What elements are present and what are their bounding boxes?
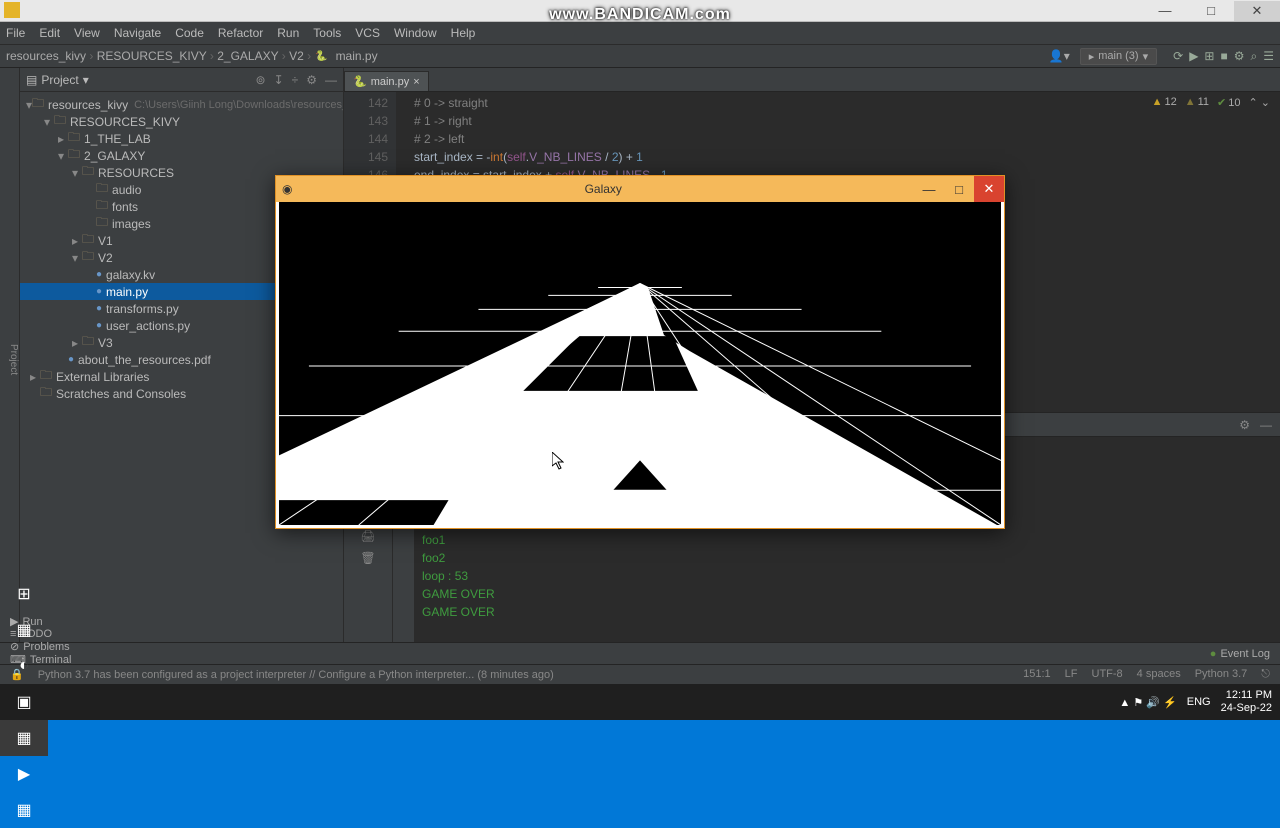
menu-vcs[interactable]: VCS [355, 26, 380, 40]
run-gutter-button[interactable]: 🗑 [359, 551, 377, 569]
status-message[interactable]: Python 3.7 has been configured as a proj… [38, 669, 554, 681]
inspections-widget[interactable]: 12 11 10 ⌃ ⌄ [1152, 96, 1270, 109]
taskbar-app-0[interactable]: ⊞ [0, 576, 48, 612]
galaxy-canvas[interactable] [279, 202, 1001, 525]
tree-node[interactable]: ▾🗀2_GALAXY [20, 147, 343, 164]
status-item[interactable]: 4 spaces [1137, 668, 1181, 681]
taskbar-app-5[interactable]: ▶ [0, 756, 48, 792]
editor-tab-main[interactable]: 🐍 main.py × [344, 71, 429, 91]
menu-navigate[interactable]: Navigate [114, 26, 161, 40]
galaxy-titlebar[interactable]: ◉ Galaxy — □ ✕ [276, 176, 1004, 202]
close-icon[interactable]: × [413, 76, 419, 88]
left-tool-strip: Project Structure [0, 68, 20, 642]
menu-help[interactable]: Help [451, 26, 476, 40]
toolbar-icon-0[interactable]: ⟳ [1173, 49, 1183, 63]
toolbar-icon-1[interactable]: ▶ [1189, 49, 1198, 63]
status-item[interactable]: 151:1 [1023, 668, 1051, 681]
windows-taskbar: ⊞▦◐▣▦▶▦ ▲ ⚑ 🔊 ⚡ ENG 12:11 PM 24-Sep-22 [0, 684, 1280, 720]
system-tray[interactable]: ▲ ⚑ 🔊 ⚡ ENG 12:11 PM 24-Sep-22 [1119, 689, 1280, 715]
python-icon: 🐍 [315, 51, 327, 62]
app-icon [4, 2, 20, 18]
project-panel-title: ▤ Project ▾ [26, 73, 89, 87]
os-titlebar: — □ ✕ [0, 0, 1280, 22]
toolbar-icon-4[interactable]: ⚙ [1234, 49, 1245, 63]
console-line: GAME OVER [422, 585, 1272, 603]
project-tool-tab[interactable]: Project [8, 344, 19, 375]
console-line: GAME OVER [422, 603, 1272, 621]
taskbar-app-3[interactable]: ▣ [0, 684, 48, 720]
tree-node[interactable]: ▾🗀resources_kivyC:\Users\Giinh Long\Down… [20, 96, 343, 113]
taskbar-app-4[interactable]: ▦ [0, 720, 48, 756]
os-max-button[interactable]: □ [1188, 1, 1234, 21]
run-config-icon: ▸ [1089, 50, 1095, 63]
galaxy-window: ◉ Galaxy — □ ✕ [275, 175, 1005, 529]
status-item[interactable]: UTF-8 [1092, 668, 1123, 681]
os-close-button[interactable]: ✕ [1234, 1, 1280, 21]
taskbar-app-6[interactable]: ▦ [0, 792, 48, 828]
menu-window[interactable]: Window [394, 26, 437, 40]
project-tool-icon[interactable]: ⊚ [256, 73, 266, 87]
menu-edit[interactable]: Edit [39, 26, 60, 40]
breadcrumb: resources_kivy › RESOURCES_KIVY › 2_GALA… [0, 44, 1280, 68]
project-tool-icon[interactable]: ÷ [292, 73, 299, 87]
python-icon: 🐍 [353, 75, 367, 88]
console-line: foo2 [422, 549, 1272, 567]
taskbar-app-1[interactable]: ▦ [0, 612, 48, 648]
run-gutter-button[interactable]: 🖨 [359, 529, 377, 547]
taskbar-clock[interactable]: 12:11 PM 24-Sep-22 [1221, 689, 1272, 715]
ide-menubar: File Edit View Navigate Code Refactor Run Tools… [0, 22, 1280, 44]
galaxy-title-text: Galaxy [292, 182, 914, 196]
menu-tools[interactable]: Tools [313, 26, 341, 40]
os-min-button[interactable]: — [1142, 1, 1188, 21]
status-bar: 🔒 Python 3.7 has been configured as a pr… [0, 664, 1280, 684]
toolbar-icon-6[interactable]: ☰ [1263, 49, 1274, 63]
breadcrumb-segment[interactable]: 2_GALAXY [217, 49, 278, 63]
status-item[interactable]: Python 3.7 [1195, 668, 1248, 681]
tray-icon[interactable]: 🔊 [1146, 697, 1160, 709]
menu-run[interactable]: Run [277, 26, 299, 40]
galaxy-app-icon: ◉ [282, 182, 292, 196]
hide-icon[interactable]: — [1260, 418, 1272, 432]
tray-icon[interactable]: ▲ [1119, 697, 1130, 709]
project-tool-icon[interactable]: — [325, 73, 337, 87]
project-tool-icon[interactable]: ⚙ [306, 73, 317, 87]
console-line: foo1 [422, 531, 1272, 549]
event-log-button[interactable]: Event Log [1220, 648, 1270, 660]
project-tool-icon[interactable]: ↧ [274, 73, 284, 87]
toolbar-icon-5[interactable]: ⌕ [1251, 49, 1258, 63]
breadcrumb-segment[interactable]: resources_kivy [6, 49, 86, 63]
toolbar-icon-2[interactable]: ⊞ [1204, 49, 1214, 63]
breadcrumb-segment[interactable]: RESOURCES_KIVY [97, 49, 207, 63]
tray-lang[interactable]: ENG [1187, 696, 1211, 708]
menu-file[interactable]: File [6, 26, 25, 40]
toolbar-icon-3[interactable]: ■ [1220, 49, 1227, 63]
menu-view[interactable]: View [74, 26, 100, 40]
menu-refactor[interactable]: Refactor [218, 26, 263, 40]
status-item[interactable]: ⎋ [1261, 668, 1270, 681]
event-log-icon: ● [1210, 648, 1217, 660]
tray-icon[interactable]: ⚡ [1163, 697, 1177, 709]
gear-icon[interactable]: ⚙ [1239, 418, 1250, 432]
galaxy-min-button[interactable]: — [914, 176, 944, 202]
menu-code[interactable]: Code [175, 26, 204, 40]
breadcrumb-segment[interactable]: V2 [289, 49, 304, 63]
breadcrumb-file: main.py [336, 49, 378, 63]
console-line: loop : 53 [422, 567, 1272, 585]
run-config-selector[interactable]: ▸ main (3) ▾ [1080, 48, 1157, 65]
tray-icon[interactable]: ⚑ [1133, 697, 1143, 709]
taskbar-app-2[interactable]: ◐ [0, 648, 48, 684]
status-item[interactable]: LF [1065, 668, 1078, 681]
galaxy-max-button[interactable]: □ [944, 176, 974, 202]
galaxy-close-button[interactable]: ✕ [974, 176, 1004, 202]
user-icon[interactable]: 👤▾ [1049, 49, 1070, 63]
bottom-tool-tabs: ▶ Run≡ TODO⊘ Problems⌨ Terminal⬢ Python … [0, 642, 1280, 664]
